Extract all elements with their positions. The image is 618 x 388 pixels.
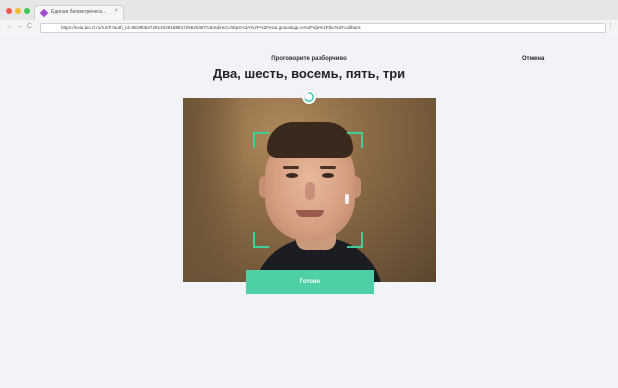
person-eye-right (322, 173, 334, 178)
close-window-button[interactable] (6, 8, 12, 14)
earbud (345, 194, 349, 204)
biometric-page: Проговорите разборчиво Два, шесть, восем… (0, 37, 618, 388)
person-hair (267, 122, 353, 158)
person-eyebrow-right (320, 166, 336, 169)
address-bar[interactable]: https://esia.bio.rt.ru/ru/rt/?auth_id=8E… (40, 23, 606, 33)
browser-tab[interactable]: Единая биометрическ... × (34, 5, 124, 20)
spoken-phrase: Два, шесть, восемь, пять, три (212, 66, 406, 81)
favicon-icon (39, 8, 49, 18)
face-frame-corner-bottom-right (347, 232, 363, 248)
person-eyebrow-left (283, 166, 299, 169)
tab-title: Единая биометрическ... (51, 9, 107, 15)
tab-strip: Единая биометрическ... × (0, 0, 618, 20)
recording-progress-indicator (302, 90, 316, 104)
person-nose (305, 182, 315, 200)
browser-window-chrome: Единая биометрическ... × ← → C https://e… (0, 0, 618, 36)
browser-menu-icon[interactable]: ⋮ (607, 22, 614, 30)
maximize-window-button[interactable] (24, 8, 30, 14)
close-tab-icon[interactable]: × (114, 8, 118, 14)
forward-arrow-icon[interactable]: → (16, 23, 23, 31)
progress-ring-icon (304, 92, 314, 102)
face-frame-corner-bottom-left (253, 232, 269, 248)
url-text: https://esia.bio.rt.ru/ru/rt/?auth_id=8E… (61, 25, 361, 30)
reload-icon[interactable]: C (27, 23, 32, 31)
back-arrow-icon[interactable]: ← (6, 23, 13, 31)
video-background (183, 98, 243, 282)
face-frame-corner-top-right (347, 132, 363, 148)
face-frame-corner-top-left (253, 132, 269, 148)
person-eye-left (286, 173, 298, 178)
person-mouth (296, 210, 324, 217)
ready-button[interactable]: Готово (246, 270, 374, 294)
camera-video-feed (183, 98, 436, 282)
navigation-bar: ← → C https://esia.bio.rt.ru/ru/rt/?auth… (0, 20, 618, 36)
cancel-link[interactable]: Отмена (522, 56, 544, 62)
minimize-window-button[interactable] (15, 8, 21, 14)
